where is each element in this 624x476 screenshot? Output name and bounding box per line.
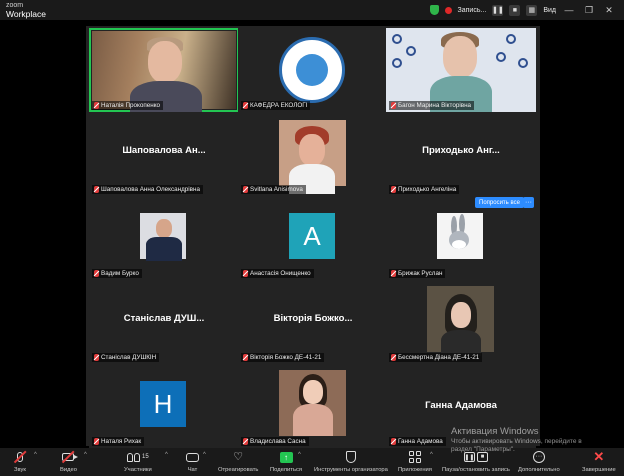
participant-name-label: Анастасія Онищенко (241, 269, 314, 278)
mic-muted-icon (94, 270, 99, 277)
profile-photo (279, 120, 346, 194)
apps-grid-icon (409, 451, 421, 463)
mic-muted-icon (243, 186, 248, 193)
stop-recording-button[interactable]: ■ (509, 4, 521, 16)
reactions-button[interactable]: ♡ Отреагировать (218, 450, 258, 475)
participant-big-name: Станіслав ДУШ... (123, 313, 205, 324)
mic-muted-icon (391, 354, 396, 361)
participant-big-name: Приходько Анг... (422, 145, 500, 156)
share-arrow-icon: ↑ (279, 451, 293, 463)
organizer-shield-icon (345, 451, 356, 463)
apps-caret-icon[interactable]: ^ (430, 452, 433, 458)
maximize-button[interactable]: ❐ (582, 4, 596, 16)
profile-photo (427, 286, 494, 356)
participants-button[interactable]: 15 Участники (124, 450, 152, 475)
participant-tile[interactable]: Вадим Бурко (89, 196, 239, 280)
profile-photo (437, 213, 483, 259)
participant-name-label: Владислава Сасна (241, 437, 309, 446)
participant-tile[interactable]: КАФЕДРА ЕКОЛОГІ (238, 28, 388, 112)
participant-name-label: Svitlana Anisimova (241, 185, 306, 194)
windows-activation-watermark: Активация Windows Чтобы активировать Win… (451, 426, 582, 453)
video-feed (92, 31, 236, 112)
share-caret-icon[interactable]: ^ (298, 452, 301, 458)
mic-muted-icon (391, 186, 396, 193)
participants-caret-icon[interactable]: ^ (165, 452, 168, 458)
participant-name-label: Наталя Рихак (92, 437, 145, 446)
participant-name-label: Станіслав ДУШКІН (92, 353, 160, 362)
profile-photo (140, 213, 186, 261)
mic-muted-icon (243, 270, 248, 277)
audio-button[interactable]: Звук (13, 450, 27, 475)
participant-name-label: Вадим Бурко (92, 269, 142, 278)
avatar-letter: A (289, 213, 335, 259)
end-meeting-button[interactable]: ✕ Завершение (582, 449, 616, 475)
video-button[interactable]: Видео (60, 450, 79, 475)
participant-tile[interactable]: Бессмертна Діана ДЕ-41-21 (386, 280, 536, 364)
participant-tile[interactable]: H Наталя Рихак (89, 364, 239, 448)
mic-muted-icon (94, 438, 99, 445)
participant-tile[interactable]: Вікторія Божко... Вікторія Божко ДЕ-41-2… (238, 280, 388, 364)
view-menu[interactable]: Вид (543, 7, 556, 14)
apps-button[interactable]: Приложения (398, 450, 432, 475)
organizer-tools-button[interactable]: Инструменты организатора (314, 450, 388, 475)
mic-muted-icon (391, 438, 396, 445)
participant-tile[interactable]: Наталія Прокопенко (89, 28, 239, 112)
participant-name-label: Приходько Ангеліна (389, 185, 460, 194)
heart-icon: ♡ (233, 450, 244, 463)
mic-muted-icon (94, 186, 99, 193)
participant-tile[interactable]: Владислава Сасна (238, 364, 388, 448)
mic-muted-icon (94, 354, 99, 361)
recording-dot-icon (444, 6, 452, 14)
view-grid-icon[interactable]: ▦ (526, 4, 538, 16)
participant-tile[interactable]: Приходько Анг... Приходько Ангеліна (386, 112, 536, 196)
avatar-letter: H (140, 381, 186, 427)
mic-muted-icon (243, 438, 248, 445)
participants-icon (127, 452, 140, 462)
participant-name-label: Брижак Руслан (389, 269, 446, 278)
participant-tile[interactable]: Svitlana Anisimova (238, 112, 388, 196)
mic-muted-icon (243, 102, 248, 109)
participant-big-name: Вікторія Божко... (273, 313, 353, 324)
participant-tile[interactable]: Багон Марина Вікторівна (386, 28, 536, 112)
title-bar: zoom Workplace Запись... ❚❚ ■ ▦ Вид — ❐ … (0, 0, 624, 20)
mic-muted-icon (391, 102, 396, 109)
participant-big-name: Ганна Адамова (425, 400, 497, 411)
department-logo-icon (279, 37, 345, 103)
participant-name-label: Вікторія Божко ДЕ-41-21 (241, 353, 325, 362)
participant-tile[interactable]: Шаповалова Ан... Шаповалова Анна Олексан… (89, 112, 239, 196)
mic-muted-icon (391, 270, 396, 277)
participant-name-label: Бессмертна Діана ДЕ-41-21 (389, 353, 483, 362)
chat-caret-icon[interactable]: ^ (203, 452, 206, 458)
participant-name-label: Шаповалова Анна Олександрівна (92, 185, 203, 194)
participant-name-label: Ганна Адамова (389, 437, 446, 446)
audio-options-caret-icon[interactable]: ^ (34, 452, 37, 458)
minimize-button[interactable]: — (562, 4, 576, 16)
chat-button[interactable]: Чат (186, 450, 199, 475)
participant-name-label: Багон Марина Вікторівна (389, 101, 475, 110)
participant-name-label: Наталія Прокопенко (92, 101, 164, 110)
chat-bubble-icon (186, 452, 199, 462)
participant-tile[interactable]: Станіслав ДУШ... Станіслав ДУШКІН (89, 280, 239, 364)
video-options-caret-icon[interactable]: ^ (84, 452, 87, 458)
profile-photo (279, 370, 346, 436)
security-shield-icon[interactable] (429, 5, 439, 15)
more-options-button[interactable]: ··· (523, 197, 534, 208)
mic-muted-icon (243, 354, 248, 361)
end-x-icon: ✕ (593, 449, 605, 464)
gallery-view: Наталія Прокопенко КАФЕДРА ЕКОЛОГІ Багон… (0, 20, 624, 448)
participant-name-label: КАФЕДРА ЕКОЛОГІ (241, 101, 311, 110)
zoom-logo: zoom Workplace (6, 2, 46, 18)
ask-all-unmute-button[interactable]: Попросить все (475, 197, 524, 208)
close-window-button[interactable]: ✕ (602, 4, 616, 16)
participant-tile[interactable]: Брижак Руслан (386, 196, 536, 280)
recording-label: Запись... (457, 6, 487, 14)
participant-tile[interactable]: A Анастасія Онищенко (238, 196, 388, 280)
title-bar-right: Запись... ❚❚ ■ ▦ Вид — ❐ ✕ (429, 3, 616, 17)
video-feed (386, 28, 536, 112)
mic-muted-icon (94, 102, 99, 109)
pause-recording-button[interactable]: ❚❚ (492, 4, 504, 16)
brand-line2: Workplace (6, 9, 46, 19)
participant-big-name: Шаповалова Ан... (122, 145, 206, 156)
